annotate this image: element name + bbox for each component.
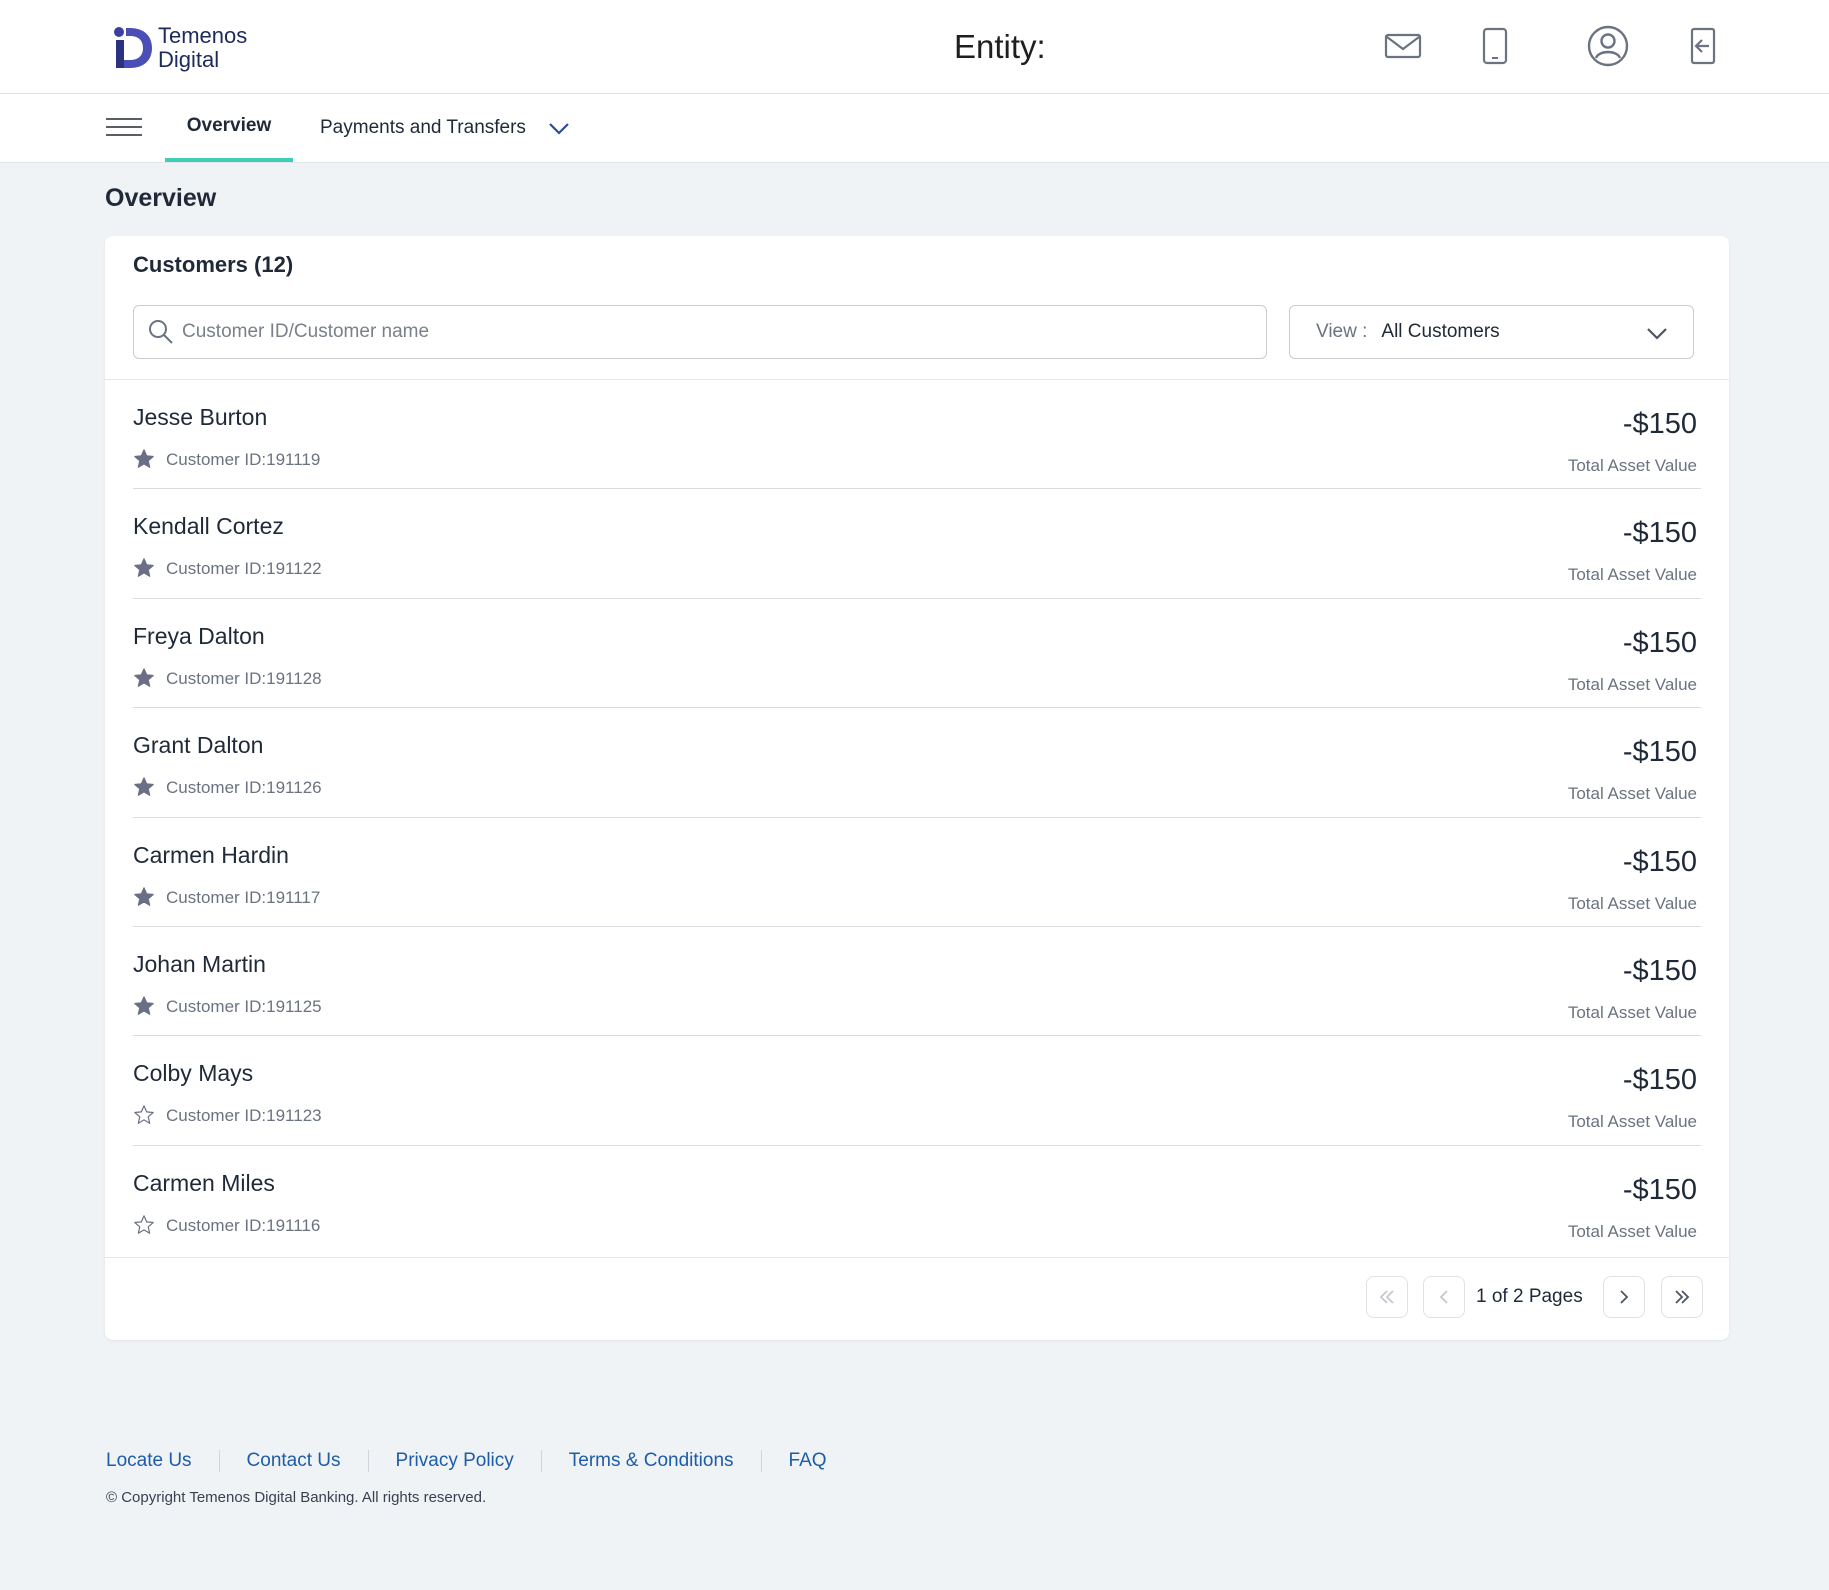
customer-id: Customer ID:191122 <box>166 559 322 579</box>
total-asset-label: Total Asset Value <box>1567 893 1697 913</box>
customers-title: Customers (12) <box>133 252 294 277</box>
customer-name: Freya Dalton <box>133 622 265 649</box>
entity-label: Entity: <box>954 28 1046 65</box>
total-asset-amount: -$150 <box>1622 1064 1697 1097</box>
star-filled-icon[interactable] <box>133 886 155 908</box>
star-filled-icon[interactable] <box>133 995 155 1017</box>
page-indicator: 1 of 2 Pages <box>1476 1286 1583 1307</box>
footer-link-contact-us[interactable]: Contact Us <box>247 1450 341 1472</box>
star-filled-icon[interactable] <box>133 667 155 689</box>
double-chevron-right-icon <box>1675 1290 1690 1304</box>
footer-separator <box>218 1450 220 1472</box>
footer-link-faq[interactable]: FAQ <box>789 1450 827 1472</box>
star-outline-icon[interactable] <box>133 1214 155 1236</box>
hamburger-icon[interactable] <box>106 118 142 142</box>
footer-separator <box>540 1450 542 1472</box>
tab-payments-and-transfers[interactable]: Payments and Transfers <box>320 94 526 162</box>
total-asset-amount: -$150 <box>1622 1173 1697 1206</box>
footer-link-terms-conditions[interactable]: Terms & Conditions <box>569 1450 734 1472</box>
customer-id: Customer ID:191117 <box>166 887 321 907</box>
total-asset-amount: -$150 <box>1622 408 1697 440</box>
logo-mark-icon <box>114 27 152 68</box>
customer-row[interactable]: Colby Mays Customer ID:191123 -$150 Total A… <box>133 1036 1701 1146</box>
main-nav: Overview Payments and Transfers <box>0 94 1829 163</box>
footer-links: Locate Us Contact Us Privacy Policy Term… <box>106 1446 827 1476</box>
total-asset-label: Total Asset Value <box>1567 1112 1697 1132</box>
view-label: View : <box>1316 321 1368 342</box>
total-asset-label: Total Asset Value <box>1567 1002 1697 1022</box>
view-dropdown[interactable]: View : All Customers <box>1289 305 1694 359</box>
page-title: Overview <box>105 184 217 212</box>
customer-name: Jesse Burton <box>133 404 268 430</box>
chevron-down-icon[interactable] <box>547 118 571 138</box>
star-filled-icon[interactable] <box>133 448 155 470</box>
mobile-icon[interactable] <box>1473 24 1517 68</box>
customer-id: Customer ID:191123 <box>166 1106 322 1126</box>
view-value: All Customers <box>1381 321 1500 342</box>
customer-row[interactable]: Jesse Burton Customer ID:191119 -$150 Total… <box>133 380 1701 490</box>
next-page-button[interactable] <box>1603 1276 1645 1318</box>
profile-icon[interactable] <box>1586 24 1630 68</box>
logo-text: Temenos Digital <box>158 24 247 72</box>
customer-name: Kendall Cortez <box>133 513 284 540</box>
customer-row[interactable]: Johan Martin Customer ID:191125 -$150 Total… <box>133 927 1701 1037</box>
total-asset-label: Total Asset Value <box>1567 674 1697 694</box>
search-icon <box>149 320 173 344</box>
chevron-down-icon <box>1647 328 1667 340</box>
chevron-right-icon <box>1620 1290 1629 1304</box>
customer-name: Carmen Hardin <box>133 841 289 868</box>
customer-id: Customer ID:191126 <box>166 778 322 798</box>
footer-link-locate-us[interactable]: Locate Us <box>106 1450 192 1472</box>
customer-row[interactable]: Carmen Hardin Customer ID:191117 -$150 Tota… <box>133 818 1701 927</box>
total-asset-label: Total Asset Value <box>1567 784 1697 804</box>
customer-list: Jesse Burton Customer ID:191119 -$150 Total… <box>133 380 1701 1255</box>
tab-overview[interactable]: Overview <box>165 94 293 162</box>
mail-icon[interactable] <box>1381 24 1425 68</box>
search-input[interactable] <box>182 321 1232 343</box>
logo-line2: Digital <box>158 47 220 72</box>
customer-id: Customer ID:191125 <box>166 996 322 1016</box>
footer-link-privacy-policy[interactable]: Privacy Policy <box>396 1450 514 1472</box>
logout-icon[interactable] <box>1681 24 1725 68</box>
total-asset-label: Total Asset Value <box>1567 1221 1697 1241</box>
customer-id: Customer ID:191128 <box>166 668 322 688</box>
divider <box>105 1257 1729 1258</box>
total-asset-amount: -$150 <box>1622 954 1697 987</box>
top-header: Temenos Digital Entity: <box>0 0 1829 94</box>
footer-separator <box>760 1450 762 1472</box>
customer-row[interactable]: Grant Dalton Customer ID:191126 -$150 Total… <box>133 708 1701 818</box>
customer-row[interactable]: Kendall Cortez Customer ID:191122 -$150 Tot… <box>133 489 1701 599</box>
total-asset-label: Total Asset Value <box>1567 565 1697 585</box>
copyright-text: © Copyright Temenos Digital Banking. All… <box>106 1489 487 1506</box>
total-asset-amount: -$150 <box>1622 736 1697 769</box>
customer-row[interactable]: Freya Dalton Customer ID:191128 -$150 Total… <box>133 599 1701 709</box>
footer-separator <box>367 1450 369 1472</box>
last-page-button[interactable] <box>1661 1276 1703 1318</box>
logo-line1: Temenos <box>158 23 248 48</box>
temenos-logo[interactable]: Temenos Digital <box>110 24 270 74</box>
search-box[interactable] <box>133 305 1267 359</box>
previous-page-button[interactable] <box>1423 1276 1465 1318</box>
star-filled-icon[interactable] <box>133 557 155 579</box>
customer-name: Johan Martin <box>133 950 266 977</box>
chevron-left-icon <box>1439 1290 1448 1304</box>
total-asset-amount: -$150 <box>1622 517 1697 550</box>
total-asset-amount: -$150 <box>1622 845 1697 878</box>
star-filled-icon[interactable] <box>133 776 155 798</box>
customer-name: Carmen Miles <box>133 1169 275 1196</box>
total-asset-label: Total Asset Value <box>1567 456 1697 475</box>
total-asset-amount: -$150 <box>1622 626 1697 659</box>
star-outline-icon[interactable] <box>133 1104 155 1126</box>
customer-name: Colby Mays <box>133 1060 254 1087</box>
customer-id: Customer ID:191119 <box>166 450 321 469</box>
customer-name: Grant Dalton <box>133 732 264 759</box>
customer-id: Customer ID:191116 <box>166 1215 321 1235</box>
customers-card: Customers (12) View : All Customers Jess… <box>105 236 1729 1340</box>
first-page-button[interactable] <box>1366 1276 1408 1318</box>
customer-row[interactable]: Carmen Miles Customer ID:191116 -$150 Total… <box>133 1146 1701 1255</box>
double-chevron-left-icon <box>1379 1290 1394 1304</box>
